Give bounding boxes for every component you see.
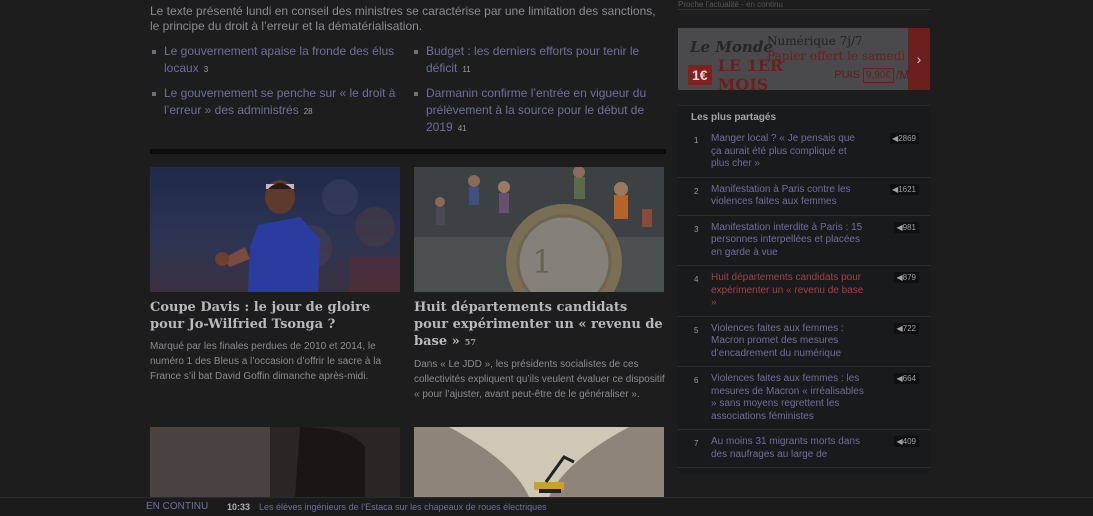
share-count-value: 2869	[898, 134, 916, 143]
most-shared-item[interactable]: 7 Au moins 31 migrants morts dans des na…	[678, 436, 930, 468]
article-summary: Dans « Le JDD », les présidents socialis…	[414, 359, 665, 400]
share-count: ◀1621	[890, 183, 919, 195]
ad-price-line: 1€ LE 1ER MOIS PUIS 9,90€ /MOIS	[688, 56, 930, 90]
most-shared-title[interactable]: Huit départements candidats pour expérim…	[711, 272, 867, 310]
share-count-value: 722	[902, 323, 916, 333]
rank: 1	[694, 136, 699, 145]
most-shared-title[interactable]: Manger local ? « Je pensais que ça aurai…	[711, 133, 867, 171]
sidebar: Proche l’actualité - en continu Le Monde…	[678, 0, 930, 474]
section-divider	[150, 149, 666, 154]
share-count-value: 664	[902, 374, 916, 383]
most-shared-item[interactable]: 4 Huit départements candidats pour expér…	[678, 272, 930, 317]
rank: 2	[694, 186, 699, 196]
bullet-icon	[152, 92, 156, 96]
comment-count: 41	[457, 124, 467, 133]
related-link-title[interactable]: Le gouvernement se penche sur « le droit…	[164, 86, 395, 117]
share-count: ◀2869	[890, 133, 919, 144]
most-shared-title[interactable]: Violences faites aux femmes : les mesure…	[711, 373, 867, 423]
share-count-value: 879	[902, 273, 916, 282]
most-shared-heading: Les plus partagés	[691, 112, 777, 123]
related-link-title[interactable]: Le gouvernement apaise la fronde des élu…	[164, 44, 394, 75]
rank: 3	[694, 224, 699, 234]
svg-text:1: 1	[532, 243, 552, 281]
most-shared-item[interactable]: 6 Violences faites aux femmes : les mesu…	[678, 373, 930, 430]
most-shared-title[interactable]: Manifestation interdite à Paris : 15 per…	[711, 222, 867, 260]
rank: 4	[694, 275, 699, 284]
most-shared-title[interactable]: Manifestation à Paris contre les violenc…	[711, 184, 867, 209]
article-card[interactable]: Coupe Davis : le jour de gloire pour Jo-…	[150, 167, 401, 384]
share-count: ◀722	[894, 322, 919, 334]
rank: 6	[694, 376, 699, 385]
ad-then: PUIS	[834, 69, 860, 81]
le-monde-logo: Le Monde	[690, 38, 773, 56]
comment-count: 11	[462, 65, 471, 74]
most-shared-item[interactable]: 3 Manifestation interdite à Paris : 15 p…	[678, 221, 930, 266]
comment-count: 3	[203, 65, 209, 74]
subscription-ad[interactable]: Le Monde Numérique 7j/7 Papier offert le…	[678, 28, 930, 90]
related-links-column-1: Le gouvernement apaise la fronde des élu…	[150, 43, 412, 144]
most-shared-title[interactable]: Violences faites aux femmes : Macron pro…	[711, 323, 867, 361]
illustration-photo[interactable]	[414, 427, 664, 497]
bullet-icon	[414, 50, 418, 54]
live-ticker[interactable]: EN CONTINU 10:33 Les élèves ingénieurs d…	[0, 497, 1093, 516]
share-count-value: 981	[902, 222, 916, 232]
most-shared-item[interactable]: 1 Manger local ? « Je pensais que ça aur…	[678, 133, 930, 178]
comment-count: 28	[303, 107, 313, 116]
ad-price-first: 1€	[688, 65, 712, 85]
chevron-right-icon[interactable]: ›	[908, 28, 930, 90]
related-links: Le gouvernement apaise la fronde des élu…	[150, 43, 666, 144]
ad-product: Numérique 7j/7	[767, 34, 863, 48]
rank: 7	[694, 439, 699, 448]
article-summary: Marqué par les finales perdues de 2010 e…	[150, 341, 382, 382]
ticker-time: 10:33	[227, 502, 251, 512]
related-link-title[interactable]: Budget : les derniers efforts pour tenir…	[426, 44, 639, 75]
share-count: ◀409	[894, 436, 919, 447]
share-count-value: 1621	[898, 184, 916, 194]
most-shared-item[interactable]: 5 Violences faites aux femmes : Macron p…	[678, 322, 930, 367]
sidebar-top-strip[interactable]: Proche l’actualité - en continu	[678, 0, 930, 10]
portrait-photo[interactable]	[150, 427, 400, 497]
ad-price-after: 9,90€	[862, 67, 894, 83]
article-title[interactable]: Huit départements candidats pour expérim…	[414, 299, 665, 351]
ticker-headline[interactable]: Les élèves ingénieurs de l’Estaca sur le…	[259, 502, 547, 512]
related-link[interactable]: Budget : les derniers efforts pour tenir…	[412, 43, 666, 78]
comment-count: 57	[464, 337, 476, 347]
share-count: ◀879	[894, 272, 919, 283]
article-lead: Le texte présenté lundi en conseil des m…	[150, 4, 656, 33]
main-column: Le texte présenté lundi en conseil des m…	[150, 0, 666, 497]
article-title[interactable]: Coupe Davis : le jour de gloire pour Jo-…	[150, 299, 401, 333]
related-link[interactable]: Darmanin confirme l’entrée en vigueur du…	[412, 85, 666, 137]
article-card[interactable]: 1 Huit départements candidats pour expér…	[414, 167, 665, 402]
share-count: ◀664	[894, 373, 919, 384]
ad-first-month: LE 1ER MOIS	[717, 56, 784, 90]
ticker-label[interactable]: EN CONTINU	[146, 501, 208, 512]
most-shared-item[interactable]: 2 Manifestation à Paris contre les viole…	[678, 183, 930, 216]
rank: 5	[694, 325, 699, 335]
tennis-photo[interactable]	[150, 167, 400, 292]
related-link[interactable]: Le gouvernement apaise la fronde des élu…	[150, 43, 412, 78]
related-link[interactable]: Le gouvernement se penche sur « le droit…	[150, 85, 412, 120]
most-shared-panel: Les plus partagés 1 Manger local ? « Je …	[678, 105, 930, 474]
share-count-value: 409	[902, 437, 916, 446]
coin-figurines-photo[interactable]: 1	[414, 167, 664, 292]
share-count: ◀981	[894, 221, 919, 233]
bullet-icon	[152, 50, 156, 54]
bullet-icon	[414, 92, 418, 96]
article-title-text[interactable]: Huit départements candidats pour expérim…	[414, 300, 663, 349]
most-shared-title[interactable]: Au moins 31 migrants morts dans des nauf…	[711, 436, 867, 461]
related-links-column-2: Budget : les derniers efforts pour tenir…	[412, 43, 666, 144]
